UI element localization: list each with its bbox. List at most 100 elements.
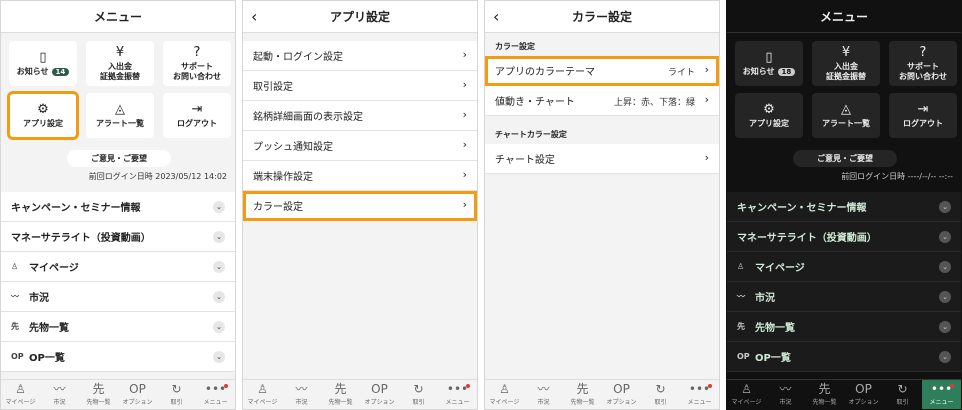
list-item-market[interactable]: 〰 市況 ⌄	[1, 282, 235, 312]
notice-tile[interactable]: ▯ お知らせ 18	[735, 41, 803, 86]
tab-futures[interactable]: 先先物一覧	[805, 380, 844, 409]
chart-setting-row[interactable]: チャート設定 ›	[485, 144, 719, 174]
tab-mypage[interactable]: ♙ マイページ	[243, 380, 282, 409]
settings-item-detail-display[interactable]: 銘柄詳細画面の表示設定 ›	[243, 101, 477, 131]
list-item-label: マイページ	[29, 263, 79, 274]
options-icon: OP	[371, 382, 388, 396]
options-icon: OP	[737, 352, 750, 361]
feedback-button[interactable]: ご意見・ご要望	[793, 150, 897, 167]
tab-market[interactable]: 〰市況	[766, 380, 805, 409]
tile-label: サポート お問い合わせ	[173, 62, 221, 81]
back-arrow-icon[interactable]: ‹	[493, 7, 499, 26]
list-item-mypage[interactable]: ♙ マイページ ⌄	[727, 252, 961, 282]
list-item-money-satellite[interactable]: マネーサテライト（投資動画） ⌄	[727, 222, 961, 252]
tab-label: 市況	[295, 399, 308, 406]
list-item-label: マネーサテライト（投資動画）	[11, 233, 151, 244]
list-item-futures[interactable]: 先 先物一覧 ⌄	[1, 312, 235, 342]
person-icon: ♙	[257, 382, 268, 396]
tab-menu[interactable]: ••• メニュー	[438, 380, 477, 409]
tab-options[interactable]: OP オプション	[844, 380, 883, 409]
tab-trade[interactable]: ↻ 取引	[399, 380, 438, 409]
tab-label: 市況	[53, 399, 66, 406]
list-item-mypage[interactable]: ♙ マイページ ⌄	[1, 252, 235, 282]
settings-item-push[interactable]: プッシュ通知設定 ›	[243, 131, 477, 161]
chevron-down-icon: ⌄	[213, 231, 225, 243]
tab-futures[interactable]: 先先物一覧	[563, 380, 602, 409]
tab-label: 先物一覧	[328, 399, 353, 406]
tab-label: メニュー	[929, 399, 954, 406]
tab-menu[interactable]: ••• メニュー	[680, 380, 719, 409]
logout-icon: ⇥	[191, 101, 203, 117]
tab-label: 市況	[779, 399, 792, 406]
tab-options[interactable]: OP オプション	[360, 380, 399, 409]
more-icon: •••	[688, 382, 711, 396]
notification-dot	[466, 384, 470, 388]
app-settings-tile[interactable]: ⚙ アプリ設定	[7, 91, 79, 140]
list-item-options[interactable]: OP OP一覧 ⌄	[727, 342, 961, 372]
tab-trade[interactable]: ↻ 取引	[157, 380, 196, 409]
bell-icon: ◬	[841, 101, 851, 117]
refresh-icon: ↻	[413, 382, 424, 396]
gear-icon: ⚙	[37, 101, 49, 117]
back-arrow-icon[interactable]: ‹	[251, 7, 257, 26]
tab-label: 先物一覧	[812, 399, 837, 406]
tab-trade[interactable]: ↻ 取引	[883, 380, 922, 409]
tab-options[interactable]: OP オプション	[118, 380, 157, 409]
deposit-tile[interactable]: ¥ 入出金 証拠金振替	[86, 41, 154, 86]
tab-menu[interactable]: ••• メニュー	[196, 380, 235, 409]
alert-list-tile[interactable]: ◬ アラート一覧	[812, 93, 880, 138]
section-header-chart-color: チャートカラー設定	[485, 116, 719, 144]
support-tile[interactable]: ? サポート お問い合わせ	[163, 41, 231, 86]
tab-menu[interactable]: ••• メニュー	[922, 380, 961, 409]
yen-icon: ¥	[841, 45, 851, 61]
theme-setting-row[interactable]: アプリのカラーテーマ ライト ›	[485, 56, 719, 86]
settings-item-trading[interactable]: 取引設定 ›	[243, 71, 477, 101]
list-item-market[interactable]: 〰 市況 ⌄	[727, 282, 961, 312]
tab-futures[interactable]: 先先物一覧	[321, 380, 360, 409]
tab-mypage[interactable]: ♙ マイページ	[485, 380, 524, 409]
tab-mypage[interactable]: ♙ マイページ	[1, 380, 40, 409]
tab-label: 取引	[654, 399, 667, 406]
tab-label: 取引	[896, 399, 909, 406]
trend-icon: 〰	[779, 382, 792, 396]
tab-mypage[interactable]: ♙ マイページ	[727, 380, 766, 409]
chevron-down-icon: ⌄	[939, 201, 951, 213]
list-item-money-satellite[interactable]: マネーサテライト（投資動画） ⌄	[1, 222, 235, 252]
settings-item-startup-login[interactable]: 起動・ログイン設定 ›	[243, 41, 477, 71]
tab-trade[interactable]: ↻ 取引	[641, 380, 680, 409]
logout-tile[interactable]: ⇥ ログアウト	[889, 93, 957, 138]
price-color-setting-row[interactable]: 値動き・チャート 上昇：赤、下落：緑 ›	[485, 86, 719, 116]
tile-label: アプリ設定	[749, 118, 789, 128]
deposit-tile[interactable]: ¥ 入出金 証拠金振替	[812, 41, 880, 86]
more-icon: •••	[930, 382, 953, 396]
tab-label: 先物一覧	[86, 399, 111, 406]
tab-market[interactable]: 〰市況	[282, 380, 321, 409]
feedback-button[interactable]: ご意見・ご要望	[67, 150, 171, 167]
list-item-label: 先物一覧	[29, 323, 69, 334]
tab-options[interactable]: OP オプション	[602, 380, 641, 409]
chevron-down-icon: ⌄	[939, 351, 951, 363]
app-settings-tile[interactable]: ⚙ アプリ設定	[735, 93, 803, 138]
tab-market[interactable]: 〰市況	[524, 380, 563, 409]
list-item-campaign[interactable]: キャンペーン・セミナー情報 ⌄	[727, 192, 961, 222]
tab-bar: ♙ マイページ 〰市況 先先物一覧 OP オプション ↻ 取引 ••• メニュー	[727, 379, 961, 409]
support-tile[interactable]: ? サポート お問い合わせ	[889, 41, 957, 86]
logout-tile[interactable]: ⇥ ログアウト	[163, 93, 231, 138]
refresh-icon: ↻	[655, 382, 666, 396]
tab-futures[interactable]: 先先物一覧	[79, 380, 118, 409]
list-item-campaign[interactable]: キャンペーン・セミナー情報 ⌄	[1, 192, 235, 222]
chevron-down-icon: ⌄	[213, 261, 225, 273]
alert-list-tile[interactable]: ◬ アラート一覧	[86, 93, 154, 138]
menu-screen-light: メニュー ▯ お知らせ 14 ¥ 入出金 証拠金振替 ? サポート お問い合わせ …	[0, 0, 236, 410]
list-item-label: マネーサテライト（投資動画）	[737, 233, 877, 244]
settings-item-label: 起動・ログイン設定	[253, 52, 343, 63]
bell-icon: ◬	[115, 101, 125, 117]
settings-item-color[interactable]: カラー設定 ›	[243, 191, 477, 221]
notice-tile[interactable]: ▯ お知らせ 14	[9, 41, 77, 86]
list-item-options[interactable]: OP OP一覧 ⌄	[1, 342, 235, 372]
settings-item-device[interactable]: 端末操作設定 ›	[243, 161, 477, 191]
list-item-futures[interactable]: 先 先物一覧 ⌄	[727, 312, 961, 342]
page-title: メニュー	[93, 10, 142, 24]
tab-market[interactable]: 〰市況	[40, 380, 79, 409]
setting-label: 値動き・チャート	[495, 97, 575, 108]
